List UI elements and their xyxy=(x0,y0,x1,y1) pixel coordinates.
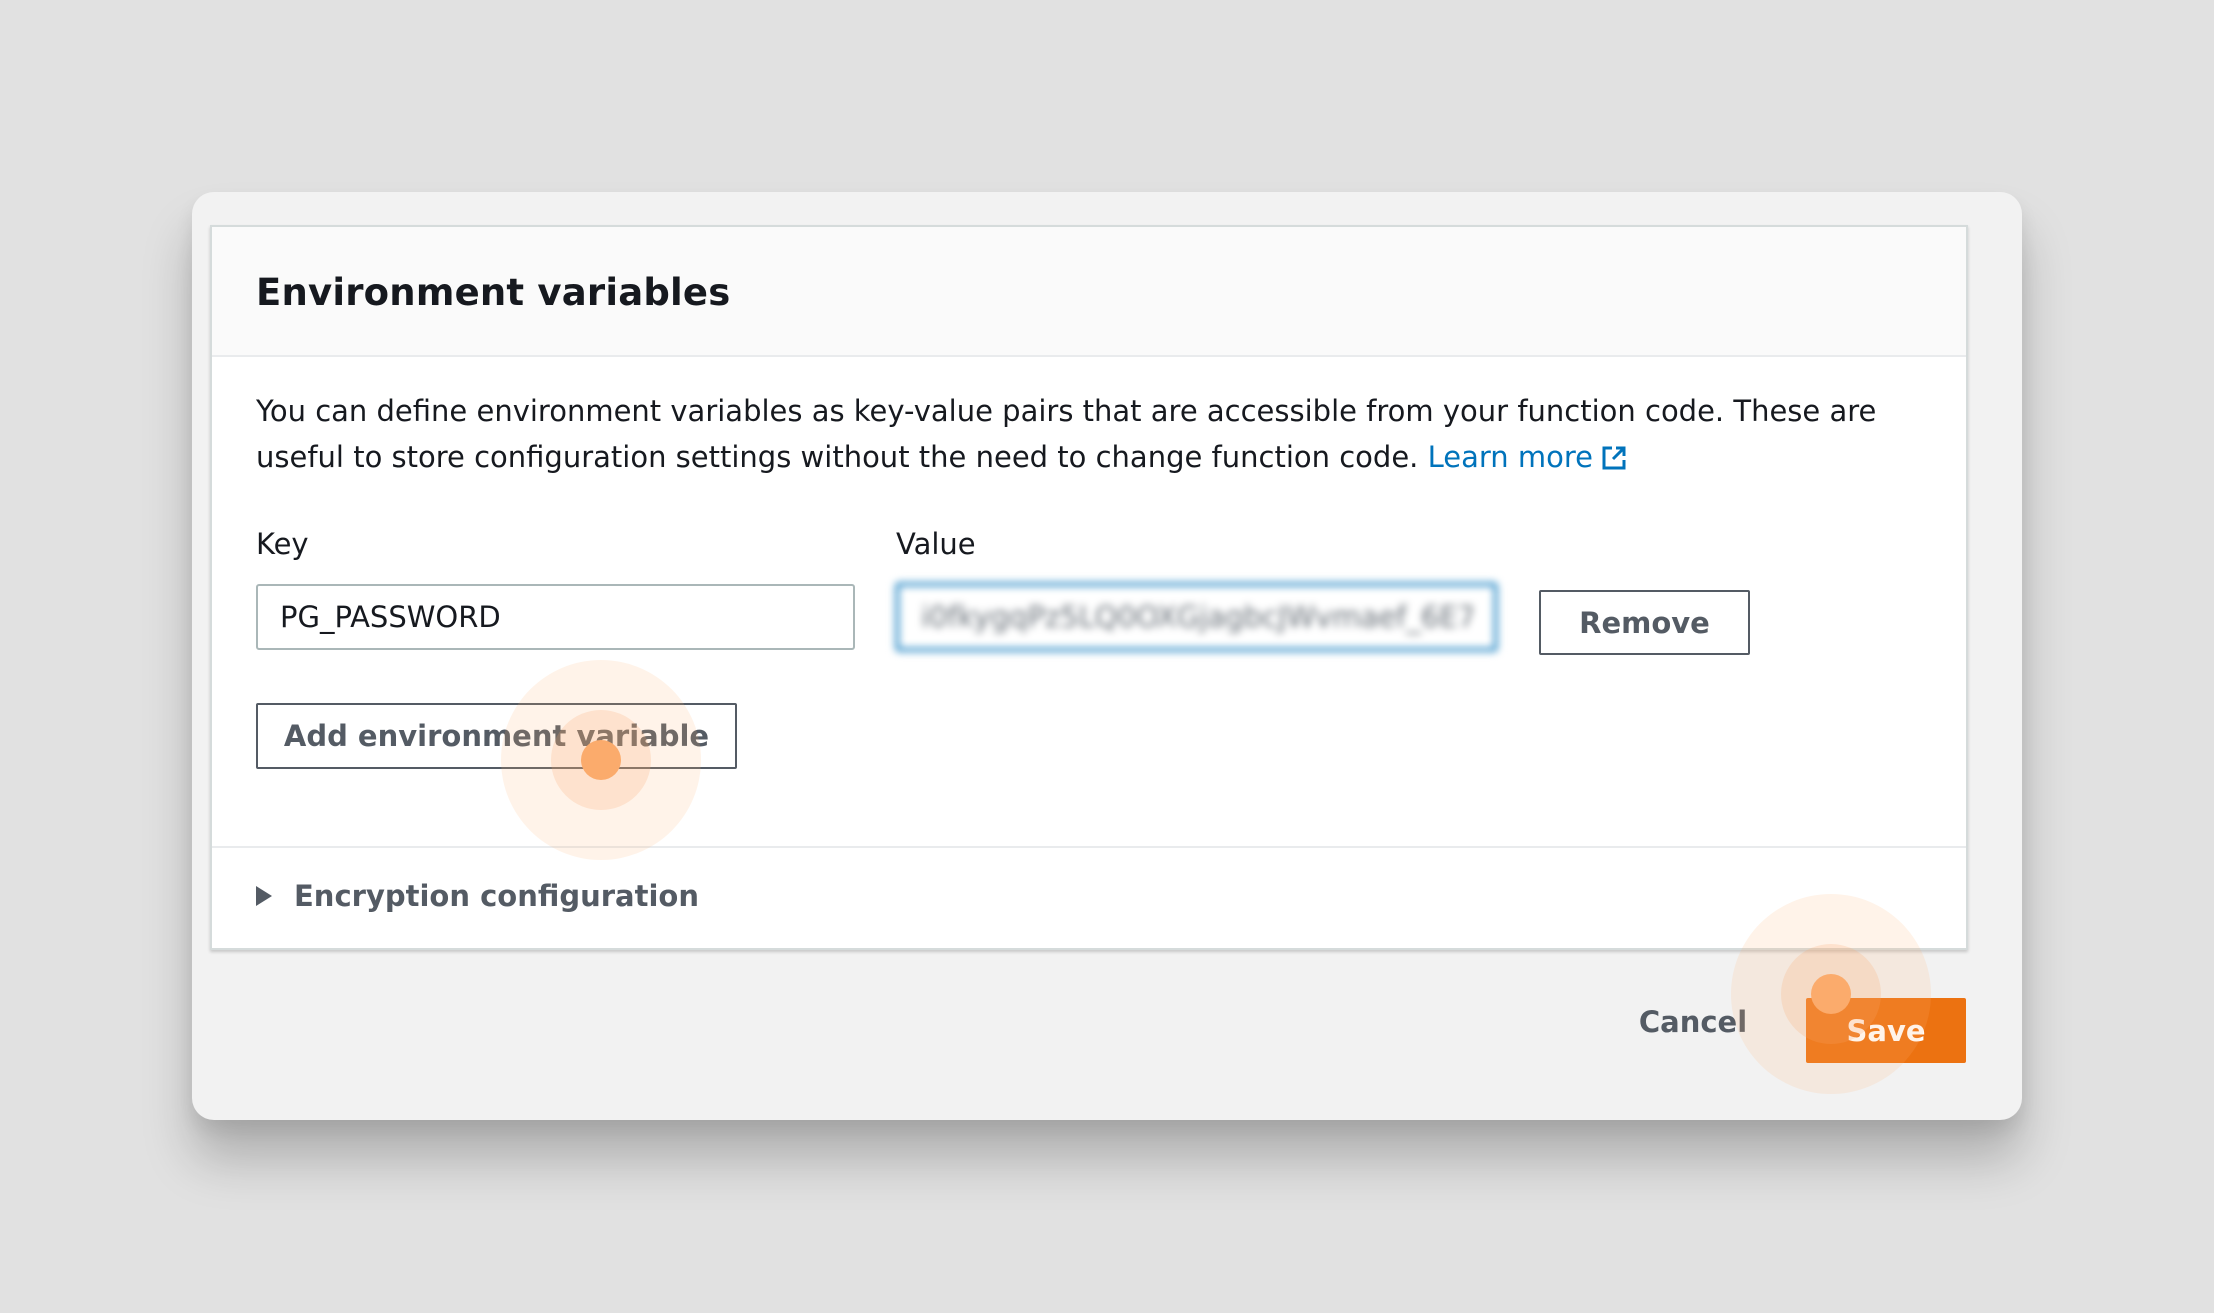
caret-right-icon xyxy=(256,886,272,906)
panel-description: You can define environment variables as … xyxy=(256,388,1946,480)
encryption-configuration-toggle[interactable]: Encryption configuration xyxy=(256,876,699,916)
key-label: Key xyxy=(256,527,309,561)
description-text: You can define environment variables as … xyxy=(256,394,1877,474)
value-label: Value xyxy=(896,527,976,561)
modal-card: Environment variables You can define env… xyxy=(192,192,2022,1120)
external-link-icon xyxy=(1602,446,1626,470)
panel-title: Environment variables xyxy=(256,271,731,314)
encryption-configuration-label: Encryption configuration xyxy=(294,879,699,913)
panel-header: Environment variables xyxy=(212,227,1966,357)
learn-more-link[interactable]: Learn more xyxy=(1428,440,1627,474)
divider xyxy=(212,846,1966,848)
environment-variables-panel: Environment variables You can define env… xyxy=(210,225,1968,950)
key-input[interactable] xyxy=(256,584,855,650)
add-environment-variable-button[interactable]: Add environment variable xyxy=(256,703,737,769)
save-button[interactable]: Save xyxy=(1806,998,1966,1063)
learn-more-label: Learn more xyxy=(1427,440,1594,474)
remove-button[interactable]: Remove xyxy=(1539,590,1750,655)
cancel-button[interactable]: Cancel xyxy=(1628,997,1758,1047)
value-input[interactable] xyxy=(896,583,1497,651)
